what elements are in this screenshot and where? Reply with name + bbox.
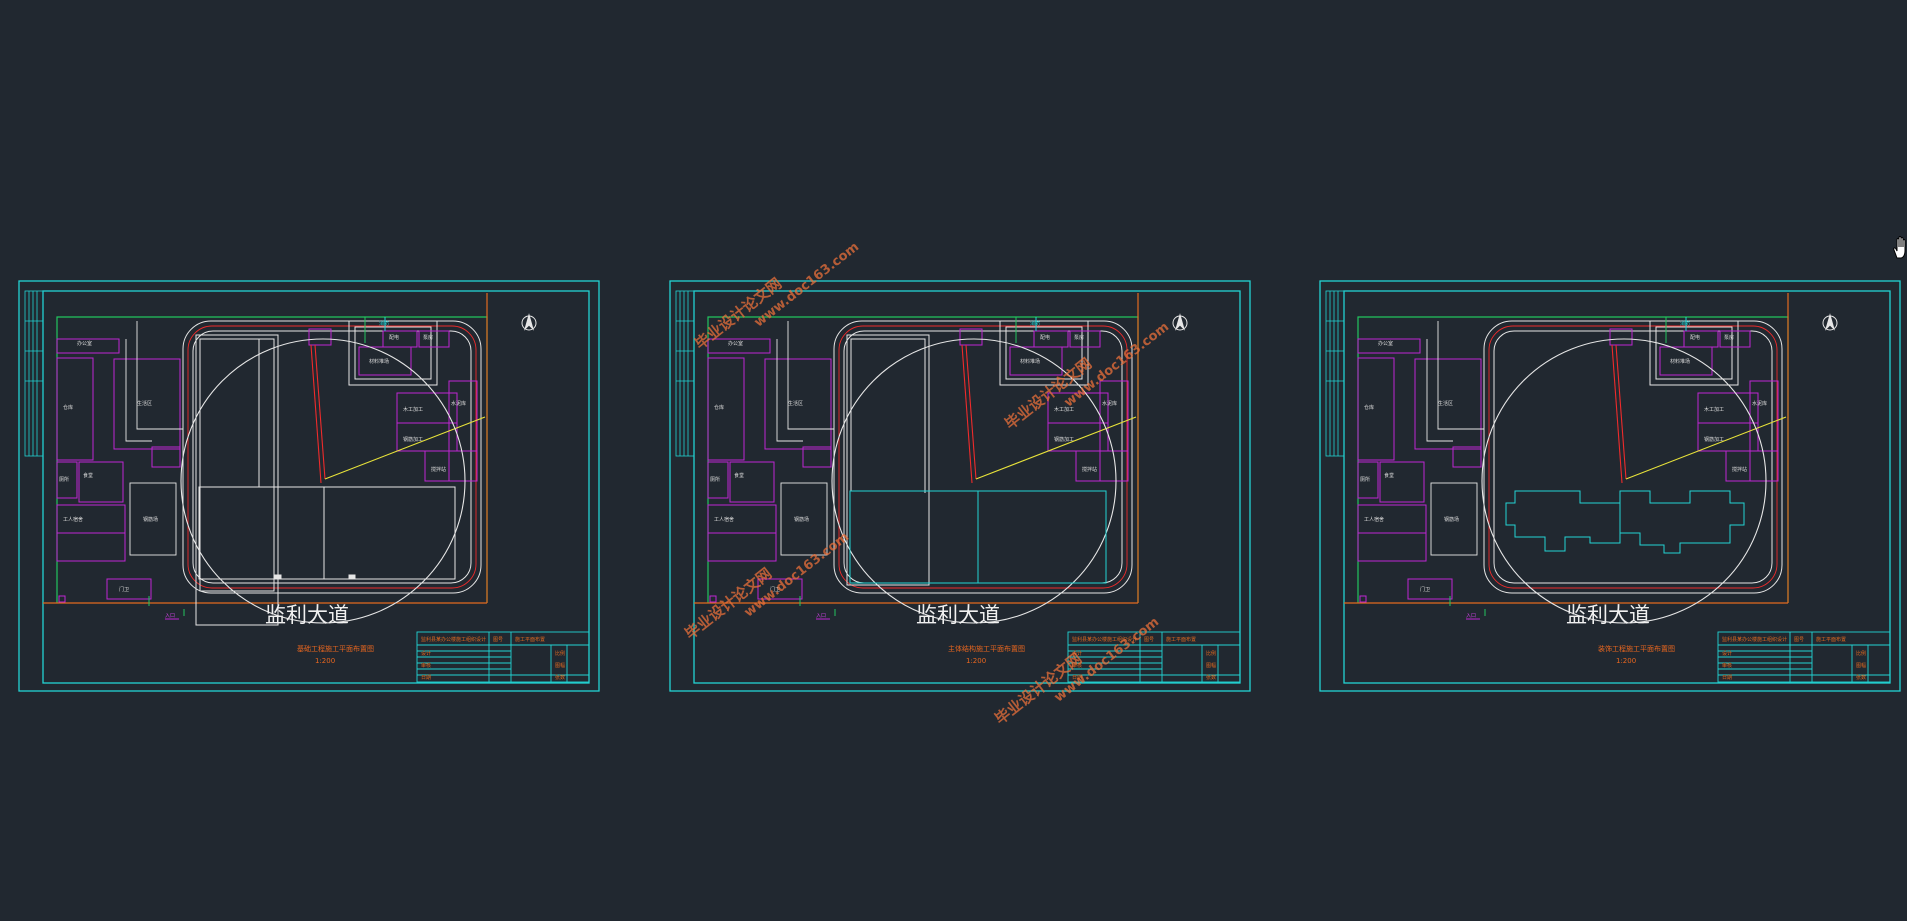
sheet-scale: 1:200 <box>1616 657 1636 665</box>
sheet-title: 装饰工程施工平面布置图 <box>1598 644 1675 653</box>
watermark: 毕业设计论文网 www.doc163.com <box>991 615 1162 729</box>
road-name-label: 监利大道 <box>916 603 1000 627</box>
road-name-label: 监利大道 <box>1566 603 1650 627</box>
watermark: 毕业设计论文网 www.doc163.com <box>681 530 852 644</box>
drawing-sheet-1[interactable]: 监利大道 基础工程施工平面布置图 1:200 <box>18 280 600 692</box>
drawing-sheet-2[interactable]: 监利大道 主体结构施工平面布置图 1:200 <box>669 280 1251 692</box>
sheet-scale: 1:200 <box>315 657 335 665</box>
sheet-title: 基础工程施工平面布置图 <box>297 644 374 653</box>
cad-canvas[interactable]: 办公室 仓库 生活区 食堂 厕所 钢筋场 工人宿舍 门卫 材料堆场 木工加工 钢… <box>0 0 1907 921</box>
sheet-title: 主体结构施工平面布置图 <box>948 644 1025 653</box>
road-name-label: 监利大道 <box>265 603 349 627</box>
cad-drawing-viewport[interactable]: 办公室 仓库 生活区 食堂 厕所 钢筋场 工人宿舍 门卫 材料堆场 木工加工 钢… <box>0 0 1907 921</box>
sheet-scale: 1:200 <box>966 657 986 665</box>
drawing-sheet-3[interactable]: 监利大道 装饰工程施工平面布置图 1:200 <box>1319 280 1901 692</box>
hand-cursor-icon <box>1893 236 1906 259</box>
